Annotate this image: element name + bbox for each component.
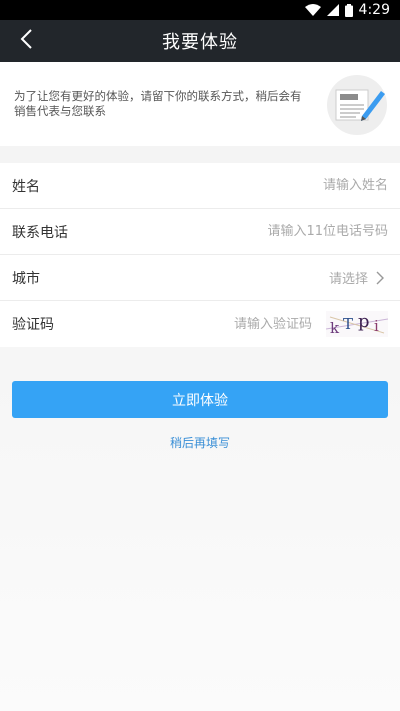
city-row[interactable]: 城市 请选择 bbox=[0, 255, 400, 301]
code-input[interactable] bbox=[132, 316, 312, 332]
battery-icon bbox=[344, 3, 353, 17]
code-row: 验证码 k T p i bbox=[0, 301, 400, 347]
captcha-char: i bbox=[374, 317, 379, 335]
name-input[interactable] bbox=[132, 178, 388, 193]
nav-bar: 我要体验 bbox=[0, 20, 400, 62]
signal-icon bbox=[326, 4, 339, 16]
city-label: 城市 bbox=[12, 270, 40, 287]
chevron-right-icon bbox=[376, 271, 388, 285]
phone-row: 联系电话 bbox=[0, 209, 400, 255]
captcha-char: k bbox=[330, 319, 340, 337]
intro-banner: 为了让您有更好的体验，请留下你的联系方式，稍后会有销售代表与您联系 bbox=[0, 62, 400, 146]
name-row: 姓名 bbox=[0, 163, 400, 209]
captcha-char: T bbox=[343, 315, 353, 333]
fill-later-link[interactable]: 稍后再填写 bbox=[0, 434, 400, 451]
status-time: 4:29 bbox=[358, 2, 390, 18]
captcha-char: p bbox=[358, 311, 370, 332]
submit-button[interactable]: 立即体验 bbox=[12, 381, 388, 418]
name-label: 姓名 bbox=[12, 178, 40, 195]
city-select[interactable]: 请选择 bbox=[132, 268, 368, 287]
wifi-icon bbox=[304, 4, 321, 16]
status-bar: 4:29 bbox=[0, 0, 400, 20]
code-label: 验证码 bbox=[12, 317, 54, 333]
phone-label: 联系电话 bbox=[12, 224, 68, 241]
page-title: 我要体验 bbox=[162, 32, 238, 53]
back-button[interactable] bbox=[14, 29, 38, 53]
contact-form: 姓名 联系电话 城市 请选择 验证码 k T p i bbox=[0, 163, 400, 347]
form-illustration-icon bbox=[326, 74, 388, 136]
intro-text: 为了让您有更好的体验，请留下你的联系方式，稍后会有销售代表与您联系 bbox=[14, 89, 302, 118]
phone-input[interactable] bbox=[132, 224, 388, 239]
captcha-image[interactable]: k T p i bbox=[325, 311, 389, 337]
chevron-left-icon bbox=[19, 28, 33, 54]
